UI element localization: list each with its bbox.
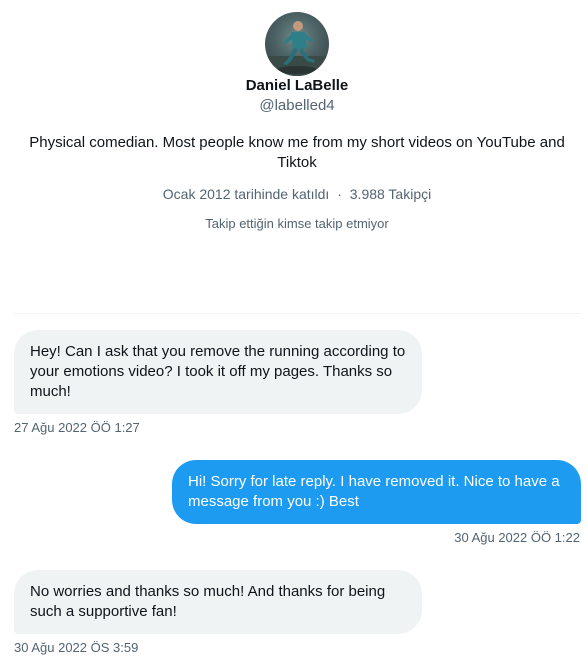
message-text: Hi! Sorry for late reply. I have removed… — [188, 473, 560, 510]
profile-name[interactable]: Daniel LaBelle — [0, 77, 588, 94]
message-timestamp[interactable]: 27 Ağu 2022 ÖÖ 1:27 — [14, 420, 140, 435]
message-bubble-received[interactable]: Hey! Can I ask that you remove the runni… — [14, 330, 422, 414]
message-text: No worries and thanks so much! And thank… — [30, 583, 386, 620]
follow-note: Takip ettiğin kimse takip etmiyor — [205, 216, 389, 231]
profile-handle[interactable]: @labelled4 — [0, 97, 588, 114]
message-text: Hey! Can I ask that you remove the runni… — [30, 343, 406, 400]
followers-count[interactable]: 3.988 Takipçi — [350, 186, 431, 202]
profile-bio: Physical comedian. Most people know me f… — [29, 134, 565, 171]
message-timestamp[interactable]: 30 Ağu 2022 ÖÖ 1:22 — [454, 530, 580, 545]
avatar[interactable] — [265, 12, 329, 76]
meta-separator: · — [337, 186, 342, 202]
message-bubble-received[interactable]: No worries and thanks so much! And thank… — [14, 570, 422, 634]
running-man-icon — [265, 21, 329, 76]
profile-meta: Ocak 2012 tarihinde katıldı · 3.988 Taki… — [0, 186, 588, 202]
divider — [14, 313, 580, 314]
join-date: Ocak 2012 tarihinde katıldı — [162, 186, 330, 202]
message-timestamp[interactable]: 30 Ağu 2022 ÖS 3:59 — [14, 640, 138, 655]
message-bubble-sent[interactable]: Hi! Sorry for late reply. I have removed… — [172, 460, 581, 524]
